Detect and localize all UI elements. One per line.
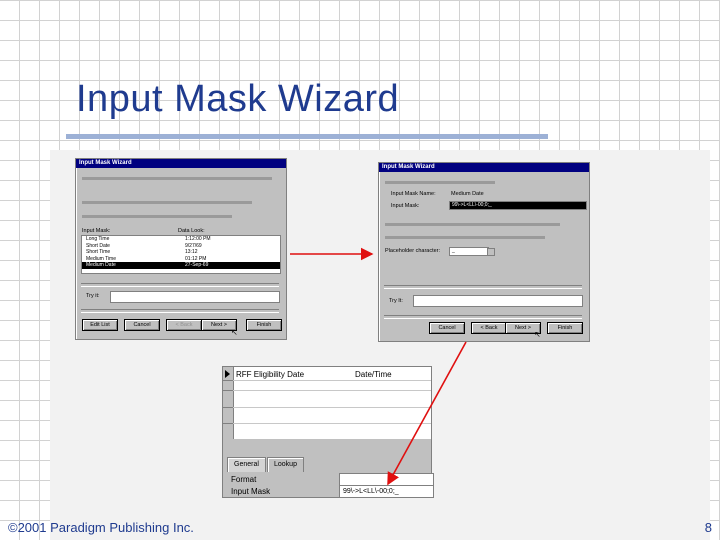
try-it-field[interactable] — [110, 291, 280, 303]
try-it-field[interactable] — [413, 295, 583, 307]
instruction-text — [385, 236, 545, 239]
cancel-button[interactable]: Cancel — [429, 322, 465, 334]
slide-title: Input Mask Wizard — [76, 78, 400, 120]
list-item-selected[interactable]: Medium Date 27-Sep-69 — [82, 262, 280, 269]
edit-list-button[interactable]: Edit List — [82, 319, 118, 331]
input-mask-field[interactable]: 99\->L<LL\-00;0;_ — [339, 485, 434, 498]
title-underline — [66, 134, 548, 139]
try-it-label: Try it: — [86, 293, 100, 299]
grid-line — [233, 423, 431, 424]
grid-line — [233, 380, 431, 381]
input-mask-wizard-dialog-1: Input Mask Wizard Input Mask: Data Look:… — [75, 158, 287, 340]
mask-name-value: Medium Date — [451, 191, 484, 197]
footer-copyright: ©2001 Paradigm Publishing Inc. — [8, 520, 194, 535]
mouse-pointer-icon: ↖ — [231, 328, 238, 337]
instruction-text — [82, 215, 232, 218]
divider — [384, 315, 582, 319]
field-name-cell[interactable]: RFF Eligibility Date — [236, 370, 304, 379]
input-mask-list[interactable]: Long Time 1:12:00 PM Short Date 9/27/69 Sh… — [81, 235, 281, 274]
table-design-view: RFF Eligibility Date Date/Time General L… — [222, 366, 434, 498]
list-header-look: Data Look: — [178, 228, 205, 234]
try-it-label: Try It: — [389, 298, 403, 304]
back-button[interactable]: < Back — [471, 322, 507, 334]
input-mask-label: Input Mask — [231, 487, 271, 496]
dialog-title-bar: Input Mask Wizard — [379, 163, 589, 172]
tab-general[interactable]: General — [227, 457, 266, 472]
grid-line — [223, 407, 233, 408]
grid-line — [223, 380, 233, 381]
instruction-text — [385, 223, 560, 226]
cancel-button[interactable]: Cancel — [124, 319, 160, 331]
grid-line — [223, 390, 233, 391]
finish-button[interactable]: Finish — [246, 319, 282, 331]
mouse-pointer-icon: ↖ — [534, 330, 541, 339]
finish-button[interactable]: Finish — [547, 322, 583, 334]
page-number: 8 — [704, 520, 712, 535]
chevron-down-icon[interactable] — [487, 248, 495, 256]
divider — [81, 309, 279, 313]
list-header-mask: Input Mask: — [82, 228, 111, 234]
data-type-cell[interactable]: Date/Time — [355, 370, 392, 379]
divider — [81, 283, 279, 287]
input-mask-field[interactable]: 99\->L<LL\-00;0;_ — [449, 201, 587, 210]
grid-line — [223, 423, 233, 424]
input-mask-wizard-dialog-2: Input Mask Wizard Input Mask Name: Mediu… — [378, 162, 590, 342]
current-row-pointer-icon — [225, 370, 230, 378]
grid-line — [233, 390, 431, 391]
instruction-text — [385, 181, 495, 184]
instruction-text — [82, 177, 272, 180]
grid-line — [233, 407, 431, 408]
placeholder-select[interactable]: _ — [449, 247, 489, 256]
format-label: Format — [231, 475, 257, 484]
tab-lookup[interactable]: Lookup — [267, 457, 304, 472]
mask-name-label: Input Mask Name: — [391, 191, 436, 197]
divider — [384, 285, 582, 289]
placeholder-label: Placeholder character: — [385, 248, 441, 254]
input-mask-label: Input Mask: — [391, 203, 420, 209]
dialog-title-bar: Input Mask Wizard — [76, 159, 286, 168]
instruction-text — [82, 201, 252, 204]
back-button[interactable]: < Back — [166, 319, 202, 331]
